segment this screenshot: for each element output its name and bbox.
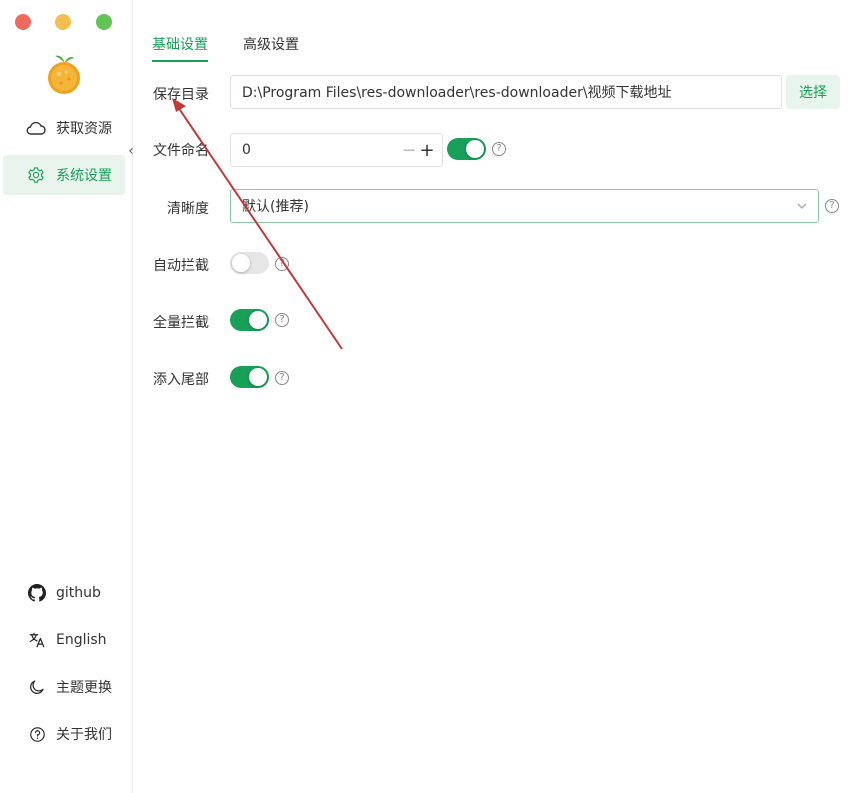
tab-advanced-settings[interactable]: 高级设置 bbox=[243, 34, 299, 54]
theme-switch[interactable]: 主题更换 bbox=[27, 677, 112, 697]
sidebar: 获取资源 系统设置 github English 主题更换 关于我们 bbox=[0, 0, 133, 793]
github-label: github bbox=[56, 585, 101, 601]
window-close-button[interactable] bbox=[15, 14, 31, 30]
help-icon[interactable]: ? bbox=[275, 371, 289, 385]
app-logo-icon bbox=[48, 55, 80, 94]
sidebar-collapse-button[interactable]: ‹ bbox=[125, 141, 137, 161]
help-icon[interactable]: ? bbox=[492, 142, 506, 156]
github-icon bbox=[27, 583, 47, 603]
window-maximize-button[interactable] bbox=[96, 14, 112, 30]
file-name-label: 文件命名 bbox=[153, 143, 209, 159]
github-link[interactable]: github bbox=[27, 583, 101, 603]
window-minimize-button[interactable] bbox=[55, 14, 71, 30]
active-tab-indicator bbox=[152, 60, 208, 62]
add-tail-label: 添入尾部 bbox=[153, 372, 209, 388]
gear-icon bbox=[25, 164, 47, 186]
auto-intercept-label: 自动拦截 bbox=[153, 258, 209, 274]
tab-basic-settings[interactable]: 基础设置 bbox=[152, 34, 208, 54]
about-label: 关于我们 bbox=[56, 727, 112, 743]
choose-dir-button[interactable]: 选择 bbox=[786, 75, 840, 109]
question-circle-icon bbox=[27, 724, 47, 744]
sidebar-item-label: 系统设置 bbox=[56, 168, 112, 184]
translate-icon bbox=[27, 630, 47, 650]
help-icon[interactable]: ? bbox=[825, 199, 839, 213]
toggle-knob bbox=[249, 368, 267, 386]
decrement-button[interactable]: − bbox=[401, 139, 417, 161]
help-icon[interactable]: ? bbox=[275, 313, 289, 327]
sidebar-item-settings[interactable]: 系统设置 bbox=[3, 155, 125, 195]
sidebar-item-label: 获取资源 bbox=[56, 121, 112, 137]
quality-select[interactable]: 默认(推荐) bbox=[230, 189, 819, 223]
about-link[interactable]: 关于我们 bbox=[27, 724, 112, 744]
help-icon[interactable]: ? bbox=[275, 257, 289, 271]
language-switch[interactable]: English bbox=[27, 630, 107, 650]
sidebar-item-resources[interactable]: 获取资源 bbox=[3, 108, 125, 148]
file-name-toggle[interactable] bbox=[447, 138, 486, 160]
save-dir-input[interactable]: D:\Program Files\res-downloader\res-down… bbox=[230, 75, 782, 109]
chevron-down-icon bbox=[797, 203, 807, 209]
toggle-knob bbox=[249, 311, 267, 329]
toggle-knob bbox=[232, 254, 250, 272]
theme-label: 主题更换 bbox=[56, 680, 112, 696]
toggle-knob bbox=[466, 140, 484, 158]
auto-intercept-toggle[interactable] bbox=[230, 252, 269, 274]
moon-icon bbox=[27, 677, 47, 697]
language-label: English bbox=[56, 632, 107, 648]
quality-selected-value: 默认(推荐) bbox=[242, 199, 309, 215]
full-intercept-label: 全量拦截 bbox=[153, 315, 209, 331]
increment-button[interactable]: + bbox=[419, 139, 435, 161]
add-tail-toggle[interactable] bbox=[230, 366, 269, 388]
cloud-icon bbox=[25, 117, 47, 139]
save-dir-label: 保存目录 bbox=[153, 87, 209, 103]
full-intercept-toggle[interactable] bbox=[230, 309, 269, 331]
quality-label: 清晰度 bbox=[167, 201, 209, 217]
